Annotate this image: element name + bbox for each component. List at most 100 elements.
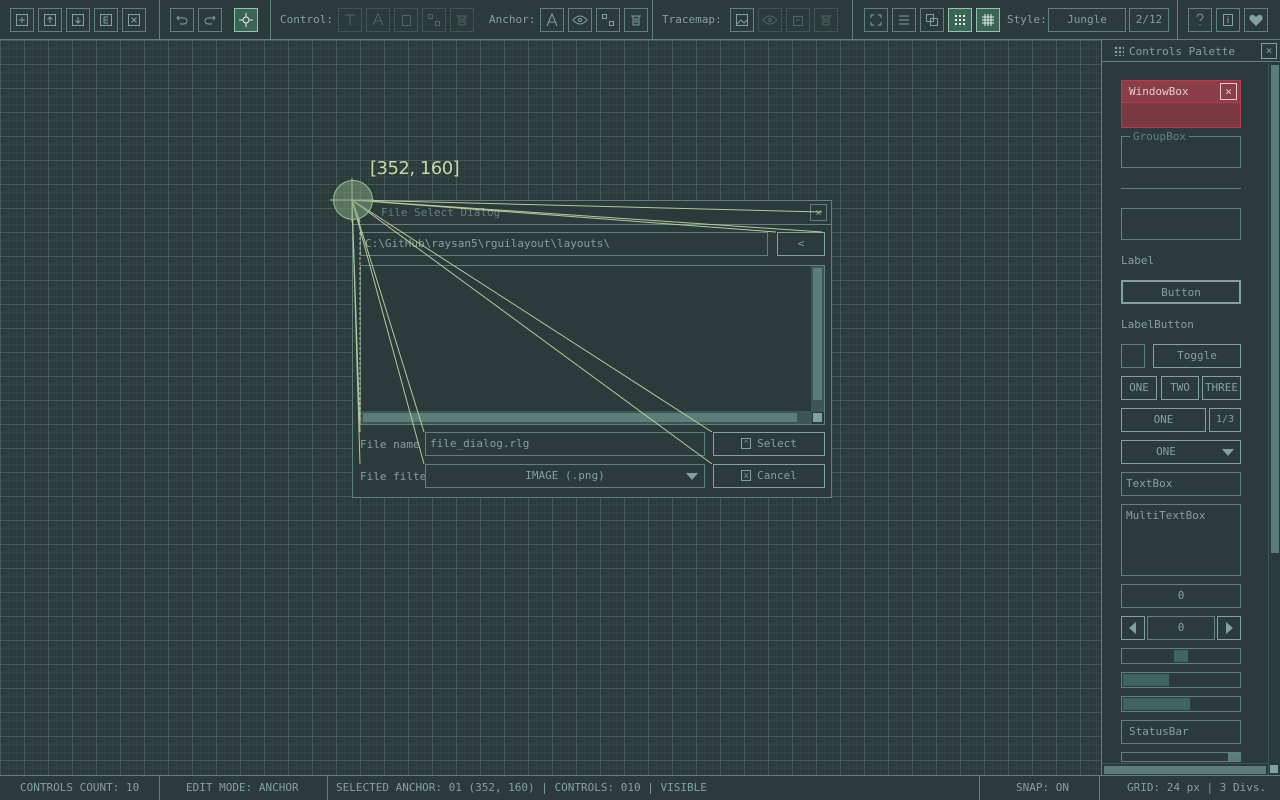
status-bar: CONTROLS COUNT: 10 EDIT MODE: ANCHOR SEL… bbox=[0, 775, 1280, 800]
palette-button[interactable]: Button bbox=[1121, 280, 1241, 304]
palette-windowbox[interactable]: WindowBox × bbox=[1121, 80, 1241, 128]
file-filter-value: IMAGE (.png) bbox=[525, 469, 605, 482]
dialog-close-button[interactable]: × bbox=[810, 204, 827, 221]
style-selector[interactable]: Jungle bbox=[1048, 8, 1126, 32]
palette-toggle-group-three[interactable]: THREE bbox=[1202, 376, 1241, 400]
load-file-icon[interactable] bbox=[38, 8, 62, 32]
palette-dropdown[interactable]: ONE bbox=[1121, 440, 1241, 464]
menu-icon[interactable] bbox=[892, 8, 916, 32]
status-grid: GRID: 24 px | 3 Divs. bbox=[1127, 781, 1267, 794]
control-label: Control: bbox=[280, 13, 333, 26]
cancel-button[interactable]: x Cancel bbox=[713, 464, 825, 488]
file-name-input[interactable]: file_dialog.rlg bbox=[425, 432, 705, 456]
lock-icon[interactable] bbox=[786, 8, 810, 32]
file-list-hscroll-thumb[interactable] bbox=[363, 413, 797, 422]
controls-palette: Controls Palette × WindowBox × GroupBox … bbox=[1101, 40, 1280, 775]
tracemap-label: Tracemap: bbox=[662, 13, 722, 26]
palette-panel[interactable] bbox=[1121, 208, 1241, 240]
palette-progressbar bbox=[1121, 696, 1241, 712]
palette-textbox[interactable]: TextBox bbox=[1121, 472, 1241, 496]
palette-toggle-group-two[interactable]: TWO bbox=[1161, 376, 1199, 400]
file-filter-label: File filte bbox=[360, 470, 427, 483]
select-button[interactable]: ^ Select bbox=[713, 432, 825, 456]
palette-vscroll-thumb[interactable] bbox=[1271, 65, 1279, 553]
palette-combobox[interactable]: ONE bbox=[1121, 408, 1206, 432]
text-icon[interactable] bbox=[338, 8, 362, 32]
dialog-titlebar[interactable]: File Select Dialog × bbox=[353, 201, 831, 225]
palette-header[interactable]: Controls Palette × bbox=[1102, 40, 1280, 62]
undo-icon[interactable] bbox=[170, 8, 194, 32]
new-file-icon[interactable] bbox=[10, 8, 34, 32]
palette-labelbutton[interactable]: LabelButton bbox=[1121, 318, 1194, 331]
main-toolbar: Control: Anchor: Tracemap: Style: Jungle… bbox=[0, 0, 1280, 40]
palette-spinner[interactable]: 0 bbox=[1147, 616, 1215, 640]
palette-toggle[interactable]: Toggle bbox=[1153, 344, 1241, 368]
tracemap-eye-icon[interactable] bbox=[758, 8, 782, 32]
file-filter-dropdown[interactable]: IMAGE (.png) bbox=[425, 464, 705, 488]
grid-lines-icon[interactable] bbox=[976, 8, 1000, 32]
layers-icon[interactable] bbox=[920, 8, 944, 32]
image-icon[interactable] bbox=[730, 8, 754, 32]
status-selection-info: SELECTED ANCHOR: 01 (352, 160) | CONTROL… bbox=[328, 776, 980, 800]
info-icon[interactable] bbox=[1216, 8, 1240, 32]
sliderbar-fill bbox=[1123, 674, 1169, 686]
chevron-left-icon bbox=[1129, 622, 1136, 634]
palette-scrollbar-thumb[interactable] bbox=[1228, 753, 1240, 761]
palette-hscroll-thumb[interactable] bbox=[1104, 766, 1266, 774]
help-icon[interactable] bbox=[1188, 8, 1212, 32]
palette-toggle-group-one[interactable]: ONE bbox=[1121, 376, 1157, 400]
palette-multitextbox[interactable]: MultiTextBox bbox=[1121, 504, 1241, 576]
spinner-decrease-button[interactable] bbox=[1121, 616, 1145, 640]
palette-sliderbar[interactable] bbox=[1121, 672, 1241, 688]
palette-dropdown-value: ONE bbox=[1156, 445, 1176, 458]
palette-groupbox[interactable]: GroupBox bbox=[1121, 130, 1241, 168]
directory-path-field[interactable]: C:\GitHub\raysan5\rguilayout\layouts\ bbox=[360, 232, 768, 256]
file-list-vscrollbar[interactable] bbox=[811, 266, 824, 412]
back-button[interactable]: < bbox=[777, 232, 825, 256]
palette-combobox-index[interactable]: 1/3 bbox=[1209, 408, 1241, 432]
palette-vscrollbar[interactable] bbox=[1268, 63, 1280, 775]
palette-checkbox[interactable] bbox=[1121, 344, 1145, 368]
anchor-point[interactable] bbox=[333, 180, 373, 220]
heart-icon[interactable] bbox=[1244, 8, 1268, 32]
font-icon[interactable] bbox=[366, 8, 390, 32]
redo-icon[interactable] bbox=[198, 8, 222, 32]
windowbox-label: WindowBox bbox=[1129, 85, 1189, 98]
export-file-icon[interactable] bbox=[94, 8, 118, 32]
palette-close-button[interactable]: × bbox=[1261, 43, 1277, 59]
fullscreen-icon[interactable] bbox=[864, 8, 888, 32]
palette-line[interactable] bbox=[1121, 188, 1241, 189]
anchor-trash-icon[interactable] bbox=[624, 8, 648, 32]
spinner-increase-button[interactable] bbox=[1217, 616, 1241, 640]
file-select-dialog[interactable]: File Select Dialog × C:\GitHub\raysan5\r… bbox=[352, 200, 832, 498]
style-label: Style: bbox=[1007, 13, 1047, 26]
anchor-font-icon[interactable] bbox=[540, 8, 564, 32]
grid-icon[interactable] bbox=[948, 8, 972, 32]
status-snap: SNAP: ON bbox=[980, 776, 1100, 800]
close-file-icon[interactable] bbox=[122, 8, 146, 32]
anchor-link-icon[interactable] bbox=[596, 8, 620, 32]
slider-thumb[interactable] bbox=[1174, 650, 1188, 662]
save-file-icon[interactable] bbox=[66, 8, 90, 32]
tracemap-trash-icon[interactable] bbox=[814, 8, 838, 32]
groupbox-label: GroupBox bbox=[1130, 130, 1189, 143]
palette-statusbar[interactable]: StatusBar bbox=[1121, 720, 1241, 744]
grip-icon bbox=[1114, 46, 1124, 56]
file-list-vscroll-thumb[interactable] bbox=[813, 268, 822, 400]
file-list-hscrollbar[interactable] bbox=[361, 411, 812, 424]
anchor-label: Anchor: bbox=[489, 13, 536, 26]
chevron-down-icon bbox=[1222, 449, 1234, 456]
palette-label[interactable]: Label bbox=[1121, 254, 1154, 267]
link-icon[interactable] bbox=[422, 8, 446, 32]
palette-hscrollbar[interactable] bbox=[1102, 763, 1268, 775]
dialog-title: File Select Dialog bbox=[381, 206, 501, 219]
file-list[interactable] bbox=[360, 265, 825, 425]
chevron-right-icon bbox=[1226, 622, 1233, 634]
trash-icon[interactable] bbox=[450, 8, 474, 32]
eye-icon[interactable] bbox=[568, 8, 592, 32]
anchor-target-icon[interactable] bbox=[234, 8, 258, 32]
palette-slider[interactable] bbox=[1121, 648, 1241, 664]
palette-valuebox[interactable]: 0 bbox=[1121, 584, 1241, 608]
copy-icon[interactable] bbox=[394, 8, 418, 32]
palette-scrollbar[interactable] bbox=[1121, 752, 1241, 762]
